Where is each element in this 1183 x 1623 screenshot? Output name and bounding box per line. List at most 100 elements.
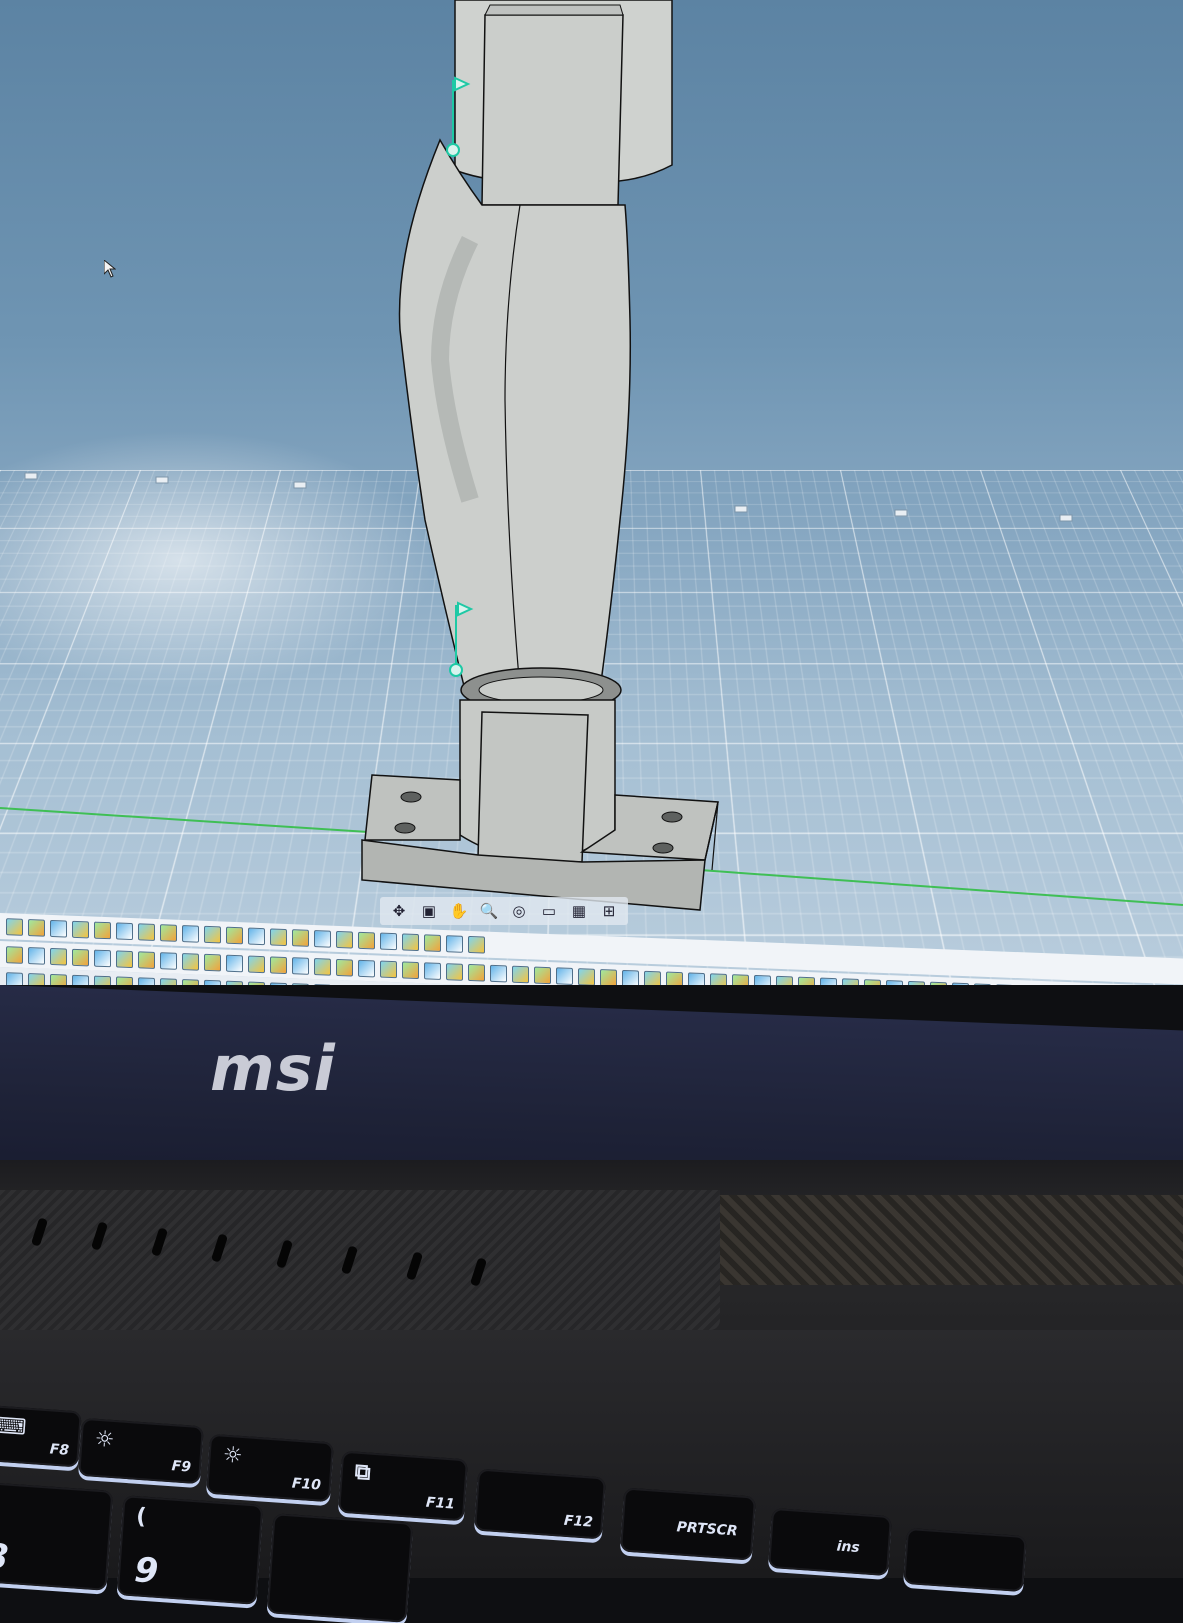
timeline-feature-icon[interactable] <box>314 930 331 948</box>
timeline-feature-icon[interactable] <box>226 926 243 944</box>
timeline-feature-icon[interactable] <box>600 969 617 985</box>
timeline-feature-icon[interactable] <box>72 948 89 966</box>
timeline-feature-icon[interactable] <box>666 971 683 985</box>
timeline-feature-icon[interactable] <box>72 974 89 985</box>
timeline-feature-icon[interactable] <box>138 923 155 941</box>
orbit-icon[interactable]: ✥ <box>386 900 412 922</box>
grid-settings-icon[interactable]: ▦ <box>566 900 592 922</box>
timeline-feature-icon[interactable] <box>336 930 353 948</box>
timeline-feature-icon[interactable] <box>50 919 67 937</box>
timeline-feature-icon[interactable] <box>314 984 331 985</box>
timeline-feature-icon[interactable] <box>138 977 155 985</box>
timeline-feature-icon[interactable] <box>402 933 419 951</box>
timeline-feature-icon[interactable] <box>952 982 969 985</box>
timeline-feature-icon[interactable] <box>864 979 881 985</box>
key-ghost[interactable] <box>903 1528 1027 1592</box>
timeline-feature-icon[interactable] <box>226 954 243 972</box>
timeline-feature-icon[interactable] <box>622 969 639 985</box>
timeline-feature-icon[interactable] <box>336 958 353 976</box>
timeline-feature-icon[interactable] <box>94 949 111 967</box>
timeline-feature-icon[interactable] <box>688 972 705 985</box>
timeline-feature-icon[interactable] <box>182 952 199 970</box>
display-settings-icon[interactable]: ▭ <box>536 900 562 922</box>
timeline-feature-icon[interactable] <box>996 984 1013 985</box>
timeline-feature-icon[interactable] <box>446 935 463 953</box>
viewports-icon[interactable]: ⊞ <box>596 900 622 922</box>
timeline-feature-icon[interactable] <box>512 965 529 983</box>
timeline-feature-icon[interactable] <box>138 951 155 969</box>
timeline-feature-icon[interactable] <box>226 980 243 985</box>
timeline-feature-icon[interactable] <box>182 978 199 985</box>
timeline-feature-icon[interactable] <box>842 978 859 985</box>
timeline-feature-icon[interactable] <box>402 961 419 979</box>
timeline-feature-icon[interactable] <box>710 973 727 985</box>
timeline-feature-icon[interactable] <box>270 956 287 974</box>
timeline-feature-icon[interactable] <box>292 957 309 975</box>
timeline-feature-icon[interactable] <box>644 970 661 985</box>
pan-icon[interactable]: ✋ <box>446 900 472 922</box>
key-0[interactable] <box>267 1513 414 1623</box>
timeline-feature-icon[interactable] <box>424 962 441 980</box>
key-f12[interactable]: F12 <box>474 1469 606 1540</box>
timeline-feature-icon[interactable] <box>292 983 309 985</box>
timeline-feature-icon[interactable] <box>468 935 485 953</box>
timeline-feature-icon[interactable] <box>94 921 111 939</box>
timeline-feature-icon[interactable] <box>776 975 793 985</box>
key-8[interactable]: * 8 <box>0 1481 113 1591</box>
key-f10[interactable]: ☼ F10 <box>206 1434 334 1503</box>
timeline-feature-icon[interactable] <box>424 934 441 952</box>
timeline-feature-icon[interactable] <box>248 981 265 985</box>
timeline-feature-icon[interactable] <box>204 953 221 971</box>
timeline-feature-icon[interactable] <box>72 920 89 938</box>
timeline-feature-icon[interactable] <box>50 973 67 985</box>
timeline-feature-icon[interactable] <box>160 924 177 942</box>
zoom-icon[interactable]: 🔍 <box>476 900 502 922</box>
timeline-feature-icon[interactable] <box>754 974 771 985</box>
timeline-feature-icon[interactable] <box>270 928 287 946</box>
key-9[interactable]: ( 9 <box>117 1495 264 1605</box>
key-f11[interactable]: ⧉ F11 <box>338 1451 468 1522</box>
timeline-feature-icon[interactable] <box>380 932 397 950</box>
timeline-feature-icon[interactable] <box>248 927 265 945</box>
timeline-feature-icon[interactable] <box>358 959 375 977</box>
timeline-feature-icon[interactable] <box>336 984 353 985</box>
timeline-feature-icon[interactable] <box>6 946 23 964</box>
timeline-feature-icon[interactable] <box>578 968 595 985</box>
timeline-feature-icon[interactable] <box>270 982 287 985</box>
timeline-feature-icon[interactable] <box>50 947 67 965</box>
look-at-icon[interactable]: ▣ <box>416 900 442 922</box>
timeline-feature-icon[interactable] <box>116 950 133 968</box>
timeline-feature-icon[interactable] <box>6 972 23 985</box>
timeline-feature-icon[interactable] <box>94 975 111 985</box>
timeline-feature-icon[interactable] <box>116 922 133 940</box>
timeline-feature-icon[interactable] <box>28 973 45 985</box>
timeline-feature-icon[interactable] <box>28 919 45 937</box>
key-f9[interactable]: ☼ F9 <box>78 1418 204 1484</box>
key-prtscr[interactable]: PRTSCR <box>620 1487 756 1560</box>
timeline-feature-icon[interactable] <box>732 974 749 985</box>
timeline-feature-icon[interactable] <box>556 967 573 985</box>
timeline-feature-icon[interactable] <box>798 976 815 985</box>
timeline-feature-icon[interactable] <box>446 963 463 981</box>
timeline-feature-icon[interactable] <box>160 978 177 985</box>
timeline-feature-icon[interactable] <box>534 966 551 984</box>
key-ins[interactable]: ins <box>768 1508 892 1576</box>
timeline-feature-icon[interactable] <box>6 918 23 936</box>
timeline-feature-icon[interactable] <box>380 960 397 978</box>
timeline-feature-icon[interactable] <box>974 983 991 985</box>
timeline-feature-icon[interactable] <box>358 931 375 949</box>
timeline-feature-icon[interactable] <box>248 955 265 973</box>
timeline-feature-icon[interactable] <box>908 980 925 985</box>
timeline-feature-icon[interactable] <box>468 963 485 981</box>
timeline-feature-icon[interactable] <box>314 958 331 976</box>
timeline-feature-icon[interactable] <box>820 977 837 985</box>
cad-viewport[interactable] <box>0 0 1183 985</box>
timeline-feature-icon[interactable] <box>490 964 507 982</box>
timeline-feature-icon[interactable] <box>292 929 309 947</box>
timeline-feature-icon[interactable] <box>116 976 133 985</box>
timeline-feature-icon[interactable] <box>160 952 177 970</box>
timeline-feature-icon[interactable] <box>28 947 45 965</box>
timeline-feature-icon[interactable] <box>204 925 221 943</box>
fit-icon[interactable]: ◎ <box>506 900 532 922</box>
timeline-feature-icon[interactable] <box>930 981 947 985</box>
